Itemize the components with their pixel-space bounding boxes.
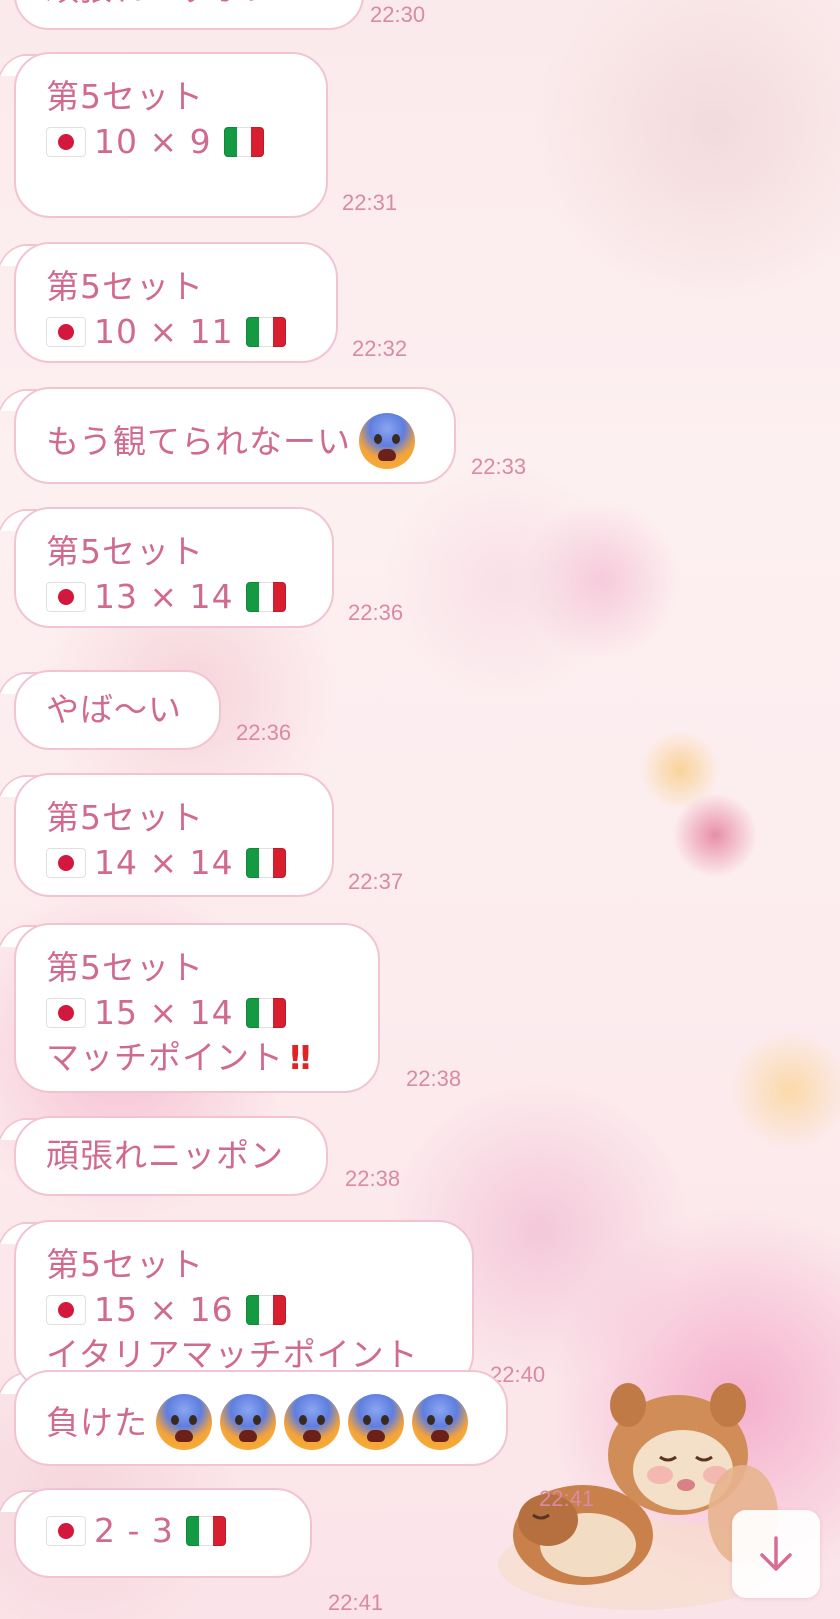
arrow-down-icon <box>760 1536 792 1571</box>
message-line: 負けた <box>46 1403 148 1442</box>
double-exclamation-icon: ‼ <box>290 1038 312 1077</box>
score-line: 13 × 14 <box>46 574 302 619</box>
message-line: 第5セット <box>46 798 204 837</box>
score-line: 15 × 16 <box>46 1287 442 1332</box>
japan-flag-icon <box>46 1295 86 1325</box>
fearful-face-icon <box>412 1394 468 1450</box>
score-text: 15 × 16 <box>94 1290 234 1329</box>
italy-flag-icon <box>245 848 286 878</box>
score-text: 10 × 11 <box>94 312 234 351</box>
score-line: 2 - 3 <box>46 1511 226 1550</box>
timestamp: 22:38 <box>345 1166 401 1191</box>
italy-flag-icon <box>245 998 286 1028</box>
italy-flag-icon <box>185 1516 226 1546</box>
japan-flag-icon <box>46 317 86 347</box>
japan-flag-icon <box>46 127 86 157</box>
message-bubble[interactable]: 第5セット 15 × 14 マッチポイント ‼ <box>14 923 380 1093</box>
message-line: もう観てられなーい <box>46 422 352 461</box>
timestamp: 22:37 <box>348 869 404 894</box>
fearful-face-icon <box>284 1394 340 1450</box>
message-line: 頑張れニッポン <box>46 1136 284 1175</box>
score-text: 15 × 14 <box>94 993 234 1032</box>
score-text: 13 × 14 <box>94 577 234 616</box>
japan-flag-icon <box>46 848 86 878</box>
message-bubble[interactable]: やば〜い <box>14 670 221 750</box>
japan-flag-icon <box>46 1516 86 1546</box>
japan-flag-icon <box>46 582 86 612</box>
timestamp: 22:38 <box>406 1066 462 1091</box>
message-bubble[interactable]: 第5セット 15 × 16 イタリアマッチポイント <box>14 1220 474 1390</box>
score-line: 10 × 11 <box>46 309 306 354</box>
fearful-face-icon <box>220 1394 276 1450</box>
japan-flag-icon <box>46 998 86 1028</box>
message-line: 第5セット <box>46 948 204 987</box>
message-line: やば〜い <box>46 690 182 729</box>
score-line: 15 × 14 <box>46 990 348 1035</box>
fearful-face-icon <box>348 1394 404 1450</box>
scroll-to-bottom-button[interactable] <box>732 1510 820 1598</box>
message-bubble[interactable]: 第5セット 14 × 14 <box>14 773 334 897</box>
timestamp: 22:33 <box>471 454 527 479</box>
message-bubble[interactable]: 第5セット 10 × 9 <box>14 52 328 218</box>
score-line: 10 × 9 <box>46 119 296 164</box>
message-line: 第5セット <box>46 1245 204 1284</box>
score-text: 10 × 9 <box>94 122 212 161</box>
match-point-text: マッチポイント <box>46 1038 284 1077</box>
message-bubble[interactable]: 第5セット 13 × 14 <box>14 507 334 628</box>
timestamp: 22:41 <box>328 1590 384 1615</box>
message-line: 第5セット <box>46 267 204 306</box>
message-line: 第5セット <box>46 532 204 571</box>
partial-message-bubble[interactable]: 頑張れニッポン <box>14 0 364 30</box>
fearful-face-icon <box>156 1394 212 1450</box>
message-bubble[interactable]: もう観てられなーい <box>14 387 456 484</box>
italy-flag-icon <box>245 1295 286 1325</box>
timestamp: 22:30 <box>370 2 426 27</box>
score-text: 2 - 3 <box>94 1511 174 1550</box>
message-line: 第5セット <box>46 77 204 116</box>
timestamp: 22:31 <box>342 190 398 215</box>
italy-flag-icon <box>223 127 264 157</box>
score-text: 14 × 14 <box>94 843 234 882</box>
message-bubble[interactable]: 2 - 3 <box>14 1488 312 1578</box>
italy-flag-icon <box>245 317 286 347</box>
message-line: マッチポイント ‼ <box>46 1035 348 1080</box>
message-bubble[interactable]: 第5セット 10 × 11 <box>14 242 338 363</box>
score-line: 14 × 14 <box>46 840 302 885</box>
timestamp: 22:36 <box>348 600 404 625</box>
fearful-face-icon <box>359 413 416 469</box>
partial-message-text: 頑張れニッポン <box>46 0 277 8</box>
message-bubble[interactable]: 頑張れニッポン <box>14 1116 328 1196</box>
message-bubble[interactable]: 負けた <box>14 1370 508 1466</box>
timestamp: 22:36 <box>236 720 292 745</box>
timestamp: 22:32 <box>352 336 408 361</box>
timestamp: 22:41 <box>539 1486 595 1511</box>
italy-flag-icon <box>245 582 286 612</box>
